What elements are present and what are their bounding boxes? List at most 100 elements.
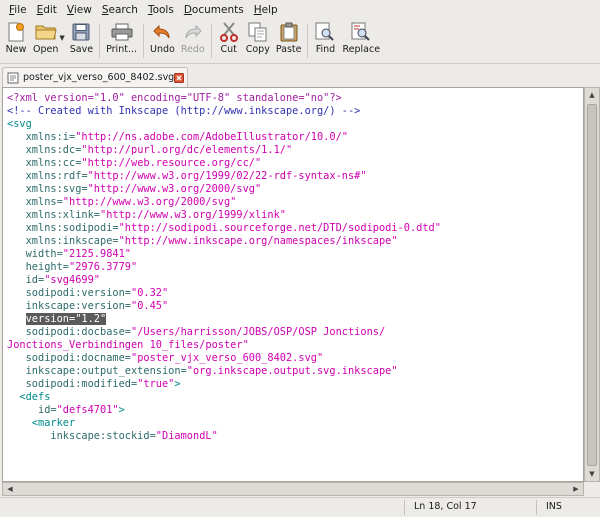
menu-item[interactable]: Documents bbox=[179, 0, 249, 20]
code-token: <defs bbox=[7, 391, 51, 403]
open-label: Open bbox=[33, 44, 59, 55]
toolbar-separator bbox=[307, 24, 309, 58]
code-content: <?xml version="1.0" encoding="UTF-8" sta… bbox=[7, 92, 583, 443]
code-line: xmlns:cc="http://web.resource.org/cc/" bbox=[7, 157, 583, 170]
code-token: <svg bbox=[7, 118, 32, 130]
open-dropdown-arrow-icon[interactable]: ▼ bbox=[59, 20, 64, 42]
code-line: xmlns="http://www.w3.org/2000/svg" bbox=[7, 196, 583, 209]
code-token: xmlns:cc= bbox=[7, 157, 82, 169]
save-button[interactable]: Save bbox=[67, 20, 96, 62]
save-label: Save bbox=[69, 44, 94, 55]
statusbar: Ln 18, Col 17 INS bbox=[0, 497, 600, 517]
code-token: <marker bbox=[7, 417, 76, 429]
paste-button[interactable]: Paste bbox=[273, 20, 305, 62]
code-line: <defs bbox=[7, 391, 583, 404]
undo-button[interactable]: Undo bbox=[147, 20, 178, 62]
clipboard-paste-icon bbox=[278, 22, 300, 42]
horizontal-scrollbar[interactable]: ◀ ▶ bbox=[2, 482, 584, 496]
code-line: inkscape:stockid="DiamondL" bbox=[7, 430, 583, 443]
code-line: xmlns:inkscape="http://www.inkscape.org/… bbox=[7, 235, 583, 248]
document-tab[interactable]: poster_vjx_verso_600_8402.svg bbox=[2, 67, 188, 87]
code-token: "true" bbox=[137, 378, 175, 390]
code-token: "http://ns.adobe.com/AdobeIllustrator/10… bbox=[75, 131, 348, 143]
text-editor-area[interactable]: <?xml version="1.0" encoding="UTF-8" sta… bbox=[2, 87, 584, 482]
code-token: "http://www.w3.org/2000/svg" bbox=[62, 196, 237, 208]
code-line: sodipodi:docname="poster_vjx_verso_600_8… bbox=[7, 352, 583, 365]
scroll-right-arrow-icon[interactable]: ▶ bbox=[569, 483, 583, 495]
copy-icon bbox=[247, 22, 269, 42]
code-token: "http://sodipodi.sourceforge.net/DTD/sod… bbox=[118, 222, 441, 234]
code-token: <!-- Created with Inkscape (http://www.i… bbox=[7, 105, 361, 117]
menu-item[interactable]: View bbox=[62, 0, 97, 20]
menu-item[interactable]: Search bbox=[97, 0, 143, 20]
print-label: Print... bbox=[106, 44, 138, 55]
redo-arrow-icon bbox=[182, 22, 204, 42]
replace-button[interactable]: Replace bbox=[339, 20, 383, 62]
toolbar-separator bbox=[210, 24, 212, 58]
menu-item[interactable]: Help bbox=[249, 0, 283, 20]
scroll-up-arrow-icon[interactable]: ▲ bbox=[585, 88, 599, 102]
code-line: xmlns:sodipodi="http://sodipodi.sourcefo… bbox=[7, 222, 583, 235]
menu-item[interactable]: Tools bbox=[143, 0, 179, 20]
open-button[interactable]: Open bbox=[30, 20, 61, 62]
code-token: "org.inkscape.output.svg.inkscape" bbox=[186, 365, 398, 377]
cut-button[interactable]: Cut bbox=[215, 20, 243, 62]
code-token: xmlns:svg= bbox=[7, 183, 88, 195]
find-button[interactable]: Find bbox=[311, 20, 339, 62]
code-token: Jonctions_Verbindingen 10_files/poster" bbox=[7, 339, 249, 351]
new-button[interactable]: New bbox=[2, 20, 30, 62]
menu-item-label: ile bbox=[14, 4, 27, 16]
code-token: "http://web.resource.org/cc/" bbox=[81, 157, 262, 169]
scroll-left-arrow-icon[interactable]: ◀ bbox=[3, 483, 17, 495]
menu-item[interactable]: Edit bbox=[32, 0, 62, 20]
code-token: id= bbox=[7, 274, 45, 286]
close-tab-icon[interactable] bbox=[174, 72, 185, 83]
document-tab-filename: poster_vjx_verso_600_8402.svg bbox=[23, 72, 175, 83]
code-token: xmlns:sodipodi= bbox=[7, 222, 119, 234]
code-token: xmlns:rdf= bbox=[7, 170, 88, 182]
code-line: xmlns:svg="http://www.w3.org/2000/svg" bbox=[7, 183, 583, 196]
open-folder-icon bbox=[35, 22, 57, 42]
code-line: inkscape:output_extension="org.inkscape.… bbox=[7, 365, 583, 378]
find-label: Find bbox=[315, 44, 336, 55]
code-token: "http://www.w3.org/1999/02/22-rdf-syntax… bbox=[87, 170, 367, 182]
code-token: "2125.9841" bbox=[62, 248, 131, 260]
redo-label: Redo bbox=[180, 44, 205, 55]
code-line: xmlns:xlink="http://www.w3.org/1999/xlin… bbox=[7, 209, 583, 222]
vertical-scroll-thumb[interactable] bbox=[587, 104, 597, 466]
code-line: id="defs4701"> bbox=[7, 404, 583, 417]
menu-item-label: earch bbox=[108, 4, 138, 16]
new-label: New bbox=[5, 44, 27, 55]
new-document-icon bbox=[5, 22, 27, 42]
code-token: inkscape:stockid= bbox=[7, 430, 156, 442]
menu-item-label: dit bbox=[43, 4, 57, 16]
print-button[interactable]: Print... bbox=[103, 20, 140, 62]
copy-label: Copy bbox=[245, 44, 270, 55]
vertical-scrollbar[interactable]: ▲ ▼ bbox=[584, 87, 600, 482]
printer-icon bbox=[111, 22, 133, 42]
copy-button[interactable]: Copy bbox=[243, 20, 273, 62]
code-line: height="2976.3779" bbox=[7, 261, 583, 274]
code-line: Jonctions_Verbindingen 10_files/poster" bbox=[7, 339, 583, 352]
code-line: xmlns:i="http://ns.adobe.com/AdobeIllust… bbox=[7, 131, 583, 144]
cut-label: Cut bbox=[220, 44, 237, 55]
code-token: <?xml version="1.0" encoding="UTF-8" sta… bbox=[7, 92, 342, 104]
redo-button[interactable]: Redo bbox=[178, 20, 208, 62]
code-token: height= bbox=[7, 261, 69, 273]
code-token: xmlns:dc= bbox=[7, 144, 82, 156]
code-line: xmlns:rdf="http://www.w3.org/1999/02/22-… bbox=[7, 170, 583, 183]
code-line: sodipodi:version="0.32" bbox=[7, 287, 583, 300]
status-divider bbox=[536, 500, 537, 515]
document-tabbar: poster_vjx_verso_600_8402.svg bbox=[0, 65, 600, 87]
toolbar-separator bbox=[99, 24, 101, 58]
menu-item[interactable]: File bbox=[4, 0, 32, 20]
code-line: version="1.2" bbox=[7, 313, 583, 326]
scroll-down-arrow-icon[interactable]: ▼ bbox=[585, 467, 599, 481]
toolbar: New Open ▼ Save Print... Undo Redo Cut C… bbox=[0, 20, 600, 64]
code-token: "0.45" bbox=[131, 300, 169, 312]
code-token: "http://www.inkscape.org/namespaces/inks… bbox=[118, 235, 398, 247]
menu-item-mnemonic: S bbox=[101, 4, 109, 16]
menu-item-label: ools bbox=[152, 4, 174, 16]
code-token: xmlns:i= bbox=[7, 131, 76, 143]
